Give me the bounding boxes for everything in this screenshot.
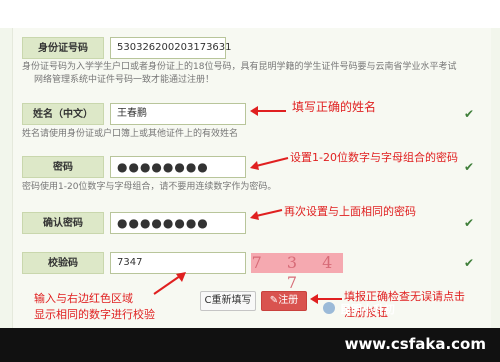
brand-text: 昆明小升初: [340, 303, 395, 316]
name-valid-check-icon: ✔: [464, 107, 475, 121]
name-field[interactable]: 王春鹏: [110, 103, 246, 125]
password-arrow-icon: [250, 157, 289, 170]
confirm-password-field[interactable]: ●●●●●●●●: [110, 212, 246, 234]
register-icon: ✎: [269, 295, 279, 306]
confirm-password-label: 确认密码: [22, 212, 104, 234]
password-annotation: 设置1-20位数字与字母组合的密码: [290, 151, 458, 164]
site-watermark: www.csfaka.com: [344, 335, 486, 353]
password-valid-check-icon: ✔: [464, 160, 475, 174]
name-arrow-icon: [250, 106, 286, 116]
confirm-password-valid-check-icon: ✔: [464, 216, 475, 230]
register-button[interactable]: ✎注册: [261, 291, 307, 311]
password-label: 密码: [22, 156, 104, 178]
register-button-label: 注册: [278, 295, 299, 306]
password-field[interactable]: ●●●●●●●●: [110, 156, 246, 178]
id-number-label: 身份证号码: [22, 37, 104, 59]
registration-form-panel: [12, 28, 491, 328]
top-margin: [0, 0, 500, 28]
name-hint: 姓名请使用身份证或户口簿上或其他证件上的有效姓名: [22, 129, 239, 139]
id-number-hint-line2: 网络管理系统中证件号码一致才能通过注册！: [34, 75, 215, 85]
name-label: 姓名（中文）: [22, 103, 104, 125]
name-annotation: 填写正确的姓名: [292, 100, 377, 114]
captcha-valid-check-icon: ✔: [464, 256, 475, 270]
confirm-password-arrow-icon: [250, 209, 283, 220]
captcha-annotation-line1: 输入与右边红色区域: [34, 292, 133, 305]
password-hint: 密码使用1-20位数字与字母组合，请不要用连续数字作为密码。: [22, 182, 277, 192]
captcha-arrow-icon: [153, 272, 186, 295]
reset-button-label: 重新填写: [211, 295, 252, 306]
captcha-annotation-line2: 显示相同的数字进行校验: [34, 308, 155, 321]
confirm-password-annotation: 再次设置与上面相同的密码: [284, 205, 416, 218]
reset-button[interactable]: C重新填写: [200, 291, 256, 311]
captcha-label: 校验码: [22, 252, 104, 274]
captcha-image[interactable]: 7 3 4 7: [251, 253, 343, 292]
brand-logo-icon: [323, 302, 335, 314]
id-number-field[interactable]: 530326200203173631: [110, 37, 232, 59]
id-number-hint-line1: 身份证号码为入学学生户口或者身份证上的18位号码，具有昆明学籍的学生证件号码要与…: [22, 62, 457, 72]
